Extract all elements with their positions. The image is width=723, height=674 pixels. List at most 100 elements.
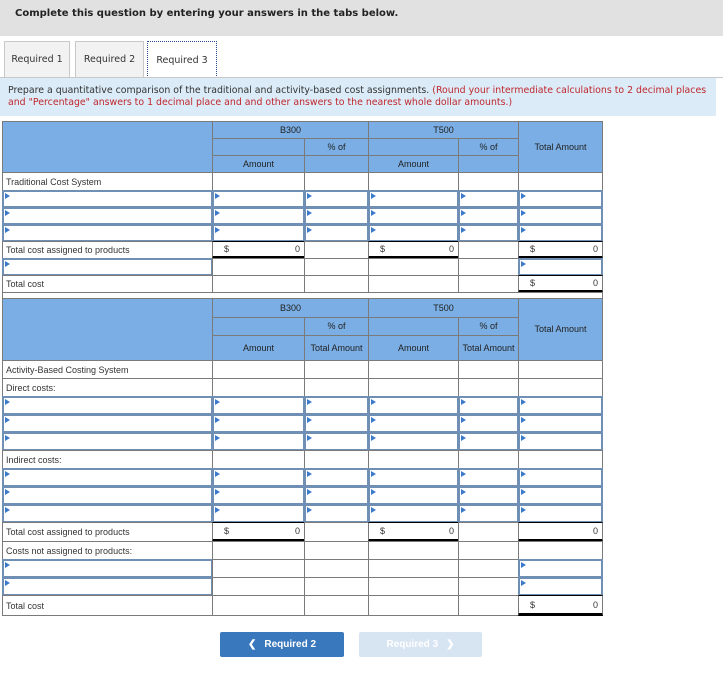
abc-not-assigned-row2-total-input[interactable] <box>518 577 603 596</box>
traditional-row2-col5-input[interactable] <box>518 207 603 225</box>
abc-direct-row1-label-input[interactable] <box>2 396 213 415</box>
total_cost_value: 0 <box>592 278 598 288</box>
abc-header-t500-pct-total: Total Amount <box>458 335 519 361</box>
traditional-row3-col1-input[interactable] <box>212 224 305 242</box>
traditional-row1-col2-input[interactable] <box>304 190 369 208</box>
abc-header-t500-blank <box>368 317 459 336</box>
abc-direct-row3-label-input[interactable] <box>2 432 213 451</box>
tab-required-1[interactable]: Required 1 <box>4 41 70 77</box>
blank-cell <box>304 577 369 596</box>
blank-cell <box>458 522 519 542</box>
abc-direct-row3-col1-input[interactable] <box>212 432 305 451</box>
tab-required-2[interactable]: Required 2 <box>75 41 144 77</box>
abc-direct-row1-col1-input[interactable] <box>212 396 305 415</box>
abc-direct-row1-col2-input[interactable] <box>304 396 369 415</box>
traditional-row1-col1-input[interactable] <box>212 190 305 208</box>
abc-not-assigned-row1-total-input[interactable] <box>518 559 603 578</box>
abc-indirect-row3-col5-input[interactable] <box>518 504 603 523</box>
abc-direct-row2-label-input[interactable] <box>2 414 213 433</box>
blank-cell <box>368 577 459 596</box>
blank-cell <box>304 378 369 397</box>
abc-direct-row2-col1-input[interactable] <box>212 414 305 433</box>
blank-cell <box>458 450 519 469</box>
tab-required-3[interactable]: Required 3 <box>147 41 217 78</box>
traditional-row3-col2-input[interactable] <box>304 224 369 242</box>
blank-cell <box>458 559 519 578</box>
traditional-extra-total-input[interactable] <box>518 258 603 276</box>
prev-required-2-button[interactable]: ❮ Required 2 <box>220 632 344 657</box>
header-b300-amount: Amount <box>212 155 305 173</box>
abc-header-blank <box>2 298 213 361</box>
traditional-row3-col4-input[interactable] <box>458 224 519 242</box>
traditional-row2-col2-input[interactable] <box>304 207 369 225</box>
abc-indirect-row1-col5-input[interactable] <box>518 468 603 487</box>
traditional-row1-col3-input[interactable] <box>368 190 459 208</box>
tab-label: Required 1 <box>11 54 63 65</box>
abc-not-assigned-row1-label-input[interactable] <box>2 559 213 578</box>
abc-indirect-row2-col4-input[interactable] <box>458 486 519 505</box>
abc-header-t500-pct: % of <box>458 317 519 336</box>
chevron-left-icon: ❮ <box>247 639 257 650</box>
currency-symbol: $ <box>530 599 536 610</box>
header-b300-pct: % of <box>304 138 369 156</box>
abc-direct-row1-col4-input[interactable] <box>458 396 519 415</box>
abc-direct-row1-col3-input[interactable] <box>368 396 459 415</box>
traditional-row3-col3-input[interactable] <box>368 224 459 242</box>
abc-direct-row2-col2-input[interactable] <box>304 414 369 433</box>
blank-cell <box>368 172 459 191</box>
traditional-extra-label-input[interactable] <box>2 258 213 276</box>
traditional-row3-col5-input[interactable] <box>518 224 603 242</box>
blank-cell <box>304 450 369 469</box>
abc-indirect-row3-col3-input[interactable] <box>368 504 459 523</box>
abc-indirect-row2-col3-input[interactable] <box>368 486 459 505</box>
abc-direct-row1-col5-input[interactable] <box>518 396 603 415</box>
abc-indirect-row1-label-input[interactable] <box>2 468 213 487</box>
total_amount_total: 0 <box>592 244 598 254</box>
abc-indirect-row3-label-input[interactable] <box>2 504 213 523</box>
abc-indirect-row2-col1-input[interactable] <box>212 486 305 505</box>
traditional-row1-label-input[interactable] <box>2 190 213 208</box>
traditional-row2-label-input[interactable] <box>2 207 213 225</box>
blank-cell <box>458 360 519 379</box>
blank-cell <box>518 360 603 379</box>
abc-indirect-row2-label-input[interactable] <box>2 486 213 505</box>
traditional-row3-label-input[interactable] <box>2 224 213 242</box>
traditional-title: Traditional Cost System <box>2 172 213 191</box>
abc-direct-row3-col2-input[interactable] <box>304 432 369 451</box>
abc-header-t500: T500 <box>368 298 519 318</box>
abc-indirect-row1-col4-input[interactable] <box>458 468 519 487</box>
abc-indirect-row3-col2-input[interactable] <box>304 504 369 523</box>
blank-cell <box>304 258 369 276</box>
total_cost_value: 0 <box>592 599 598 610</box>
abc-indirect-row3-col1-input[interactable] <box>212 504 305 523</box>
next-label: Required 3 <box>386 639 439 650</box>
traditional-row1-col5-input[interactable] <box>518 190 603 208</box>
abc-indirect-label: Indirect costs: <box>2 450 213 469</box>
total_amount_total: 0 <box>592 526 598 536</box>
traditional-row2-col3-input[interactable] <box>368 207 459 225</box>
traditional-row1-col4-input[interactable] <box>458 190 519 208</box>
abc-indirect-row3-col4-input[interactable] <box>458 504 519 523</box>
abc-direct-row2-col5-input[interactable] <box>518 414 603 433</box>
blank-cell <box>304 241 369 259</box>
abc-indirect-row1-col3-input[interactable] <box>368 468 459 487</box>
traditional-t500_total-value: $0 <box>368 241 459 259</box>
abc-not-assigned-row2-label-input[interactable] <box>2 577 213 596</box>
currency-symbol: $ <box>530 244 536 254</box>
abc-indirect-row2-col2-input[interactable] <box>304 486 369 505</box>
abc-indirect-row2-col5-input[interactable] <box>518 486 603 505</box>
abc-direct-row2-col3-input[interactable] <box>368 414 459 433</box>
abc-indirect-row1-col2-input[interactable] <box>304 468 369 487</box>
blank-cell <box>304 541 369 560</box>
traditional-row2-col4-input[interactable] <box>458 207 519 225</box>
abc-direct-row3-col3-input[interactable] <box>368 432 459 451</box>
abc-direct-row3-col4-input[interactable] <box>458 432 519 451</box>
t500_total: 0 <box>448 526 454 536</box>
traditional-row2-col1-input[interactable] <box>212 207 305 225</box>
blank-cell <box>212 172 305 191</box>
abc-direct-row2-col4-input[interactable] <box>458 414 519 433</box>
traditional-b300_total-value: $0 <box>212 241 305 259</box>
next-required-3-button[interactable]: Required 3 ❯ <box>359 632 482 657</box>
abc-indirect-row1-col1-input[interactable] <box>212 468 305 487</box>
abc-direct-row3-col5-input[interactable] <box>518 432 603 451</box>
